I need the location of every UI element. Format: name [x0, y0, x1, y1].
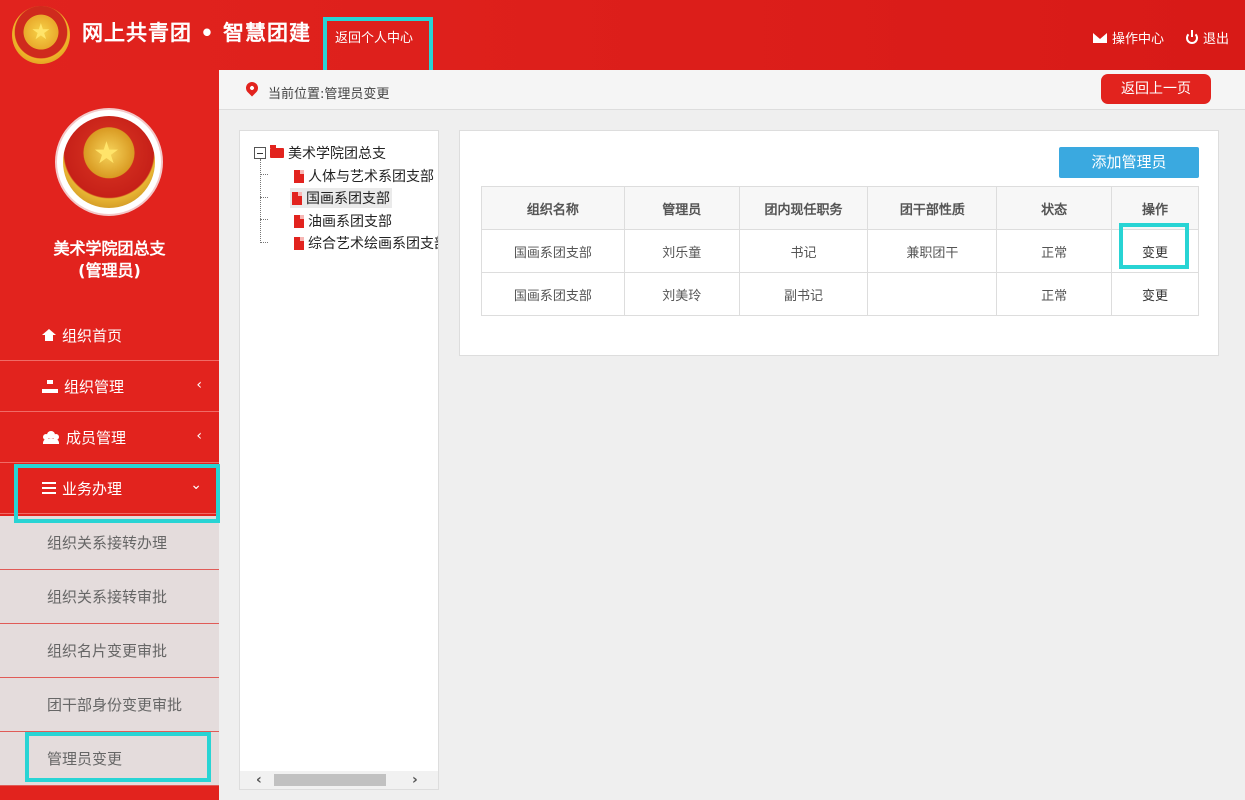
table-row: 国画系团支部 刘美玲 副书记 正常 变更 — [481, 272, 1199, 316]
file-icon — [294, 169, 304, 183]
table-cell: 正常 — [996, 229, 1113, 273]
table-cell: 正常 — [996, 272, 1113, 316]
ops-center-button[interactable]: 操作中心 — [1092, 28, 1164, 47]
admin-change-highlight-box — [25, 732, 211, 782]
submenu-item-transfer-handle[interactable]: 组织关系接转办理 — [0, 516, 219, 570]
scroll-left-arrow-icon[interactable]: ‹ — [256, 771, 262, 789]
youth-league-logo: ★ — [12, 6, 70, 64]
sidebar-item-label: 组织管理 — [64, 377, 125, 396]
horizontal-scrollbar[interactable]: ‹ › — [240, 771, 438, 789]
table-cell: 国画系团支部 — [481, 229, 625, 273]
column-header: 团干部性质 — [867, 186, 998, 230]
admin-content-panel: 添加管理员 组织名称 管理员 团内现任职务 团干部性质 状态 操作 国画系团支部… — [459, 130, 1219, 356]
submenu-item-card-change-approve[interactable]: 组织名片变更审批 — [0, 624, 219, 678]
ops-center-label: 操作中心 — [1111, 32, 1164, 47]
scrollbar-thumb[interactable] — [274, 774, 386, 786]
tree-connector — [260, 197, 268, 198]
breadcrumb: 当前位置:管理员变更 — [268, 87, 390, 102]
sidebar-item-org-manage[interactable]: 组织管理 ‹ — [0, 361, 219, 412]
table-cell: 国画系团支部 — [481, 272, 625, 316]
scroll-right-arrow-icon[interactable]: › — [412, 771, 418, 789]
tree-connector — [260, 159, 261, 243]
change-link[interactable]: 变更 — [1111, 229, 1199, 273]
table-cell: 刘乐童 — [623, 229, 740, 273]
column-header: 团内现任职务 — [738, 186, 869, 230]
tree-node[interactable]: 人体与艺术系团支部 — [294, 166, 434, 186]
avatar: ★ — [55, 108, 163, 216]
header-actions: 操作中心 退出 — [1092, 28, 1229, 47]
file-icon — [292, 191, 302, 205]
chevron-left-icon: ‹ — [196, 377, 202, 393]
back-to-personal-center-link[interactable]: 返回个人中心 — [335, 27, 413, 46]
sidebar-item-org-home[interactable]: 组织首页 — [0, 310, 219, 361]
site-title: 网上共青团 • 智慧团建 — [82, 21, 312, 45]
power-icon — [1185, 29, 1198, 44]
sidebar-item-member-manage[interactable]: 成员管理 ‹ — [0, 412, 219, 463]
tree-root-node[interactable]: 美术学院团总支 — [254, 143, 386, 163]
folder-open-icon — [270, 145, 284, 158]
table-cell: 兼职团干 — [867, 229, 998, 273]
submenu-item-transfer-approve[interactable]: 组织关系接转审批 — [0, 570, 219, 624]
add-admin-button[interactable]: 添加管理员 — [1059, 147, 1199, 178]
table-cell — [867, 272, 998, 316]
league-emblem-icon: ★ — [63, 116, 155, 208]
tree-node-label: 油画系团支部 — [308, 214, 392, 230]
sidebar-item-label: 成员管理 — [66, 428, 127, 447]
back-button[interactable]: 返回上一页 — [1101, 74, 1211, 104]
users-icon — [42, 430, 60, 444]
org-tree-panel: 美术学院团总支 人体与艺术系团支部 国画系团支部 油画系团支部 综合艺术绘画系团… — [239, 130, 439, 790]
submenu-item-cadre-change-approve[interactable]: 团干部身份变更审批 — [0, 678, 219, 732]
tree-node[interactable]: 综合艺术绘画系团支部 — [294, 233, 439, 253]
sidebar-item-label: 组织首页 — [62, 326, 123, 345]
table-cell: 副书记 — [738, 272, 869, 316]
tree-connector — [260, 174, 268, 175]
chevron-left-icon: ‹ — [196, 428, 202, 444]
sitemap-icon — [42, 379, 58, 393]
home-icon — [42, 329, 56, 341]
table-cell: 书记 — [738, 229, 869, 273]
location-pin-icon — [243, 79, 261, 97]
column-header: 组织名称 — [481, 186, 625, 230]
column-header: 管理员 — [623, 186, 740, 230]
org-name-line2: (管理员) — [78, 261, 141, 280]
envelope-icon — [1092, 32, 1107, 43]
table-row: 国画系团支部 刘乐童 书记 兼职团干 正常 变更 — [481, 229, 1199, 273]
tree-node-label: 综合艺术绘画系团支部 — [308, 236, 439, 252]
org-name: 美术学院团总支 (管理员) — [0, 238, 219, 282]
table-header-row: 组织名称 管理员 团内现任职务 团干部性质 状态 操作 — [481, 186, 1199, 230]
tree-node-label: 美术学院团总支 — [288, 146, 386, 162]
tree-connector — [260, 242, 268, 243]
sidebar: ★ 美术学院团总支 (管理员) 组织首页 组织管理 ‹ 成员管理 ‹ 业务办理 … — [0, 70, 219, 800]
column-header: 状态 — [996, 186, 1113, 230]
breadcrumb-bar: 当前位置:管理员变更 返回上一页 — [219, 70, 1245, 110]
collapse-icon[interactable] — [254, 147, 266, 159]
tree-node[interactable]: 油画系团支部 — [294, 211, 392, 231]
logout-label: 退出 — [1202, 32, 1229, 47]
column-header: 操作 — [1111, 186, 1199, 230]
table-cell: 刘美玲 — [623, 272, 740, 316]
tree-connector — [260, 219, 268, 220]
business-highlight-box — [14, 464, 220, 523]
admin-table: 组织名称 管理员 团内现任职务 团干部性质 状态 操作 国画系团支部 刘乐童 书… — [481, 186, 1199, 316]
sidebar-bottom — [0, 786, 219, 800]
logout-button[interactable]: 退出 — [1185, 28, 1229, 47]
tree-node-selected[interactable]: 国画系团支部 — [290, 188, 392, 208]
tree-node-label: 国画系团支部 — [306, 191, 390, 207]
file-icon — [294, 236, 304, 250]
org-name-line1: 美术学院团总支 — [53, 239, 166, 258]
top-header: ★ 网上共青团 • 智慧团建 返回个人中心 操作中心 退出 — [0, 0, 1245, 85]
change-link[interactable]: 变更 — [1111, 272, 1199, 316]
tree-node-label: 人体与艺术系团支部 — [308, 169, 434, 185]
file-icon — [294, 214, 304, 228]
